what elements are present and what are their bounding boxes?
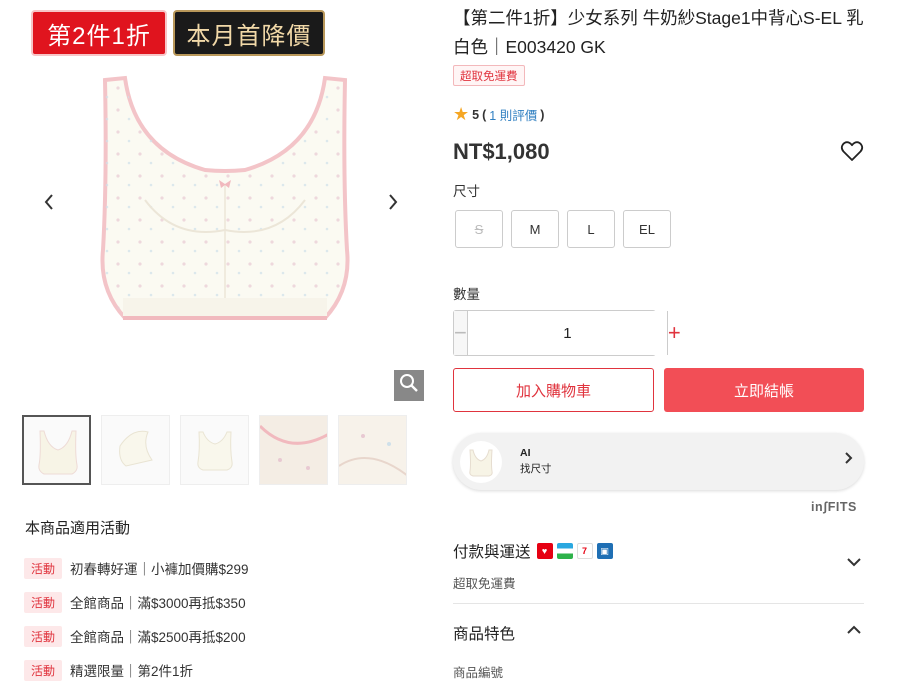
size-option-m[interactable]: M (511, 210, 559, 248)
ai-subtitle: 找尺寸 (520, 463, 552, 475)
ai-product-thumbnail (460, 440, 502, 483)
quantity-stepper: − + (453, 310, 681, 356)
thumbnail-5[interactable] (338, 415, 407, 485)
promotion-text: 精選限量｜第2件1折 (70, 664, 194, 679)
promotion-tag: 活動 (24, 591, 62, 613)
size-option-el[interactable]: EL (623, 210, 671, 248)
promotion-item[interactable]: 活動 初春轉好運｜小褲加價購$299 (24, 551, 249, 585)
shipping-badge: 超取免運費 (453, 65, 525, 86)
thumbnail-4[interactable] (259, 415, 328, 485)
rating: ★ 5 ( 1 則評價 ) (453, 104, 544, 125)
size-option-l[interactable]: L (567, 210, 615, 248)
payment-shipping-section[interactable]: 付款與運送 ♥ 7 ▣ 超取免運費 (453, 540, 864, 592)
chevron-left-icon[interactable] (39, 188, 59, 216)
zoom-button[interactable] (394, 370, 424, 401)
hilife-icon: ♥ (536, 543, 553, 559)
familymart-icon (556, 543, 573, 559)
delivery-truck-icon: ▣ (596, 543, 613, 559)
chevron-right-icon (844, 451, 854, 470)
promotion-tag: 活動 (24, 625, 62, 647)
seven-eleven-icon: 7 (576, 543, 593, 559)
thumbnail-2[interactable] (101, 415, 170, 485)
product-price: NT$1,080 (453, 139, 550, 164)
review-count-link[interactable]: 1 則評價 (489, 105, 537, 124)
promotion-tag: 活動 (24, 557, 62, 579)
main-product-image (25, 60, 425, 405)
features-title[interactable]: 商品特色 (453, 622, 515, 644)
chevron-right-icon[interactable] (383, 188, 403, 216)
features-subtitle: 商品編號 (453, 666, 504, 680)
rating-close-paren: ) (540, 107, 545, 122)
discount-badge: 第2件1折 (31, 10, 167, 56)
price-drop-badge: 本月首降價 (173, 10, 325, 56)
quantity-decrease-button[interactable]: − (454, 311, 468, 355)
magnifier-icon (399, 373, 419, 398)
promo-badges: 第2件1折 本月首降價 (31, 10, 325, 56)
promotions-title: 本商品適用活動 (25, 520, 131, 537)
add-to-cart-button[interactable]: 加入購物車 (453, 368, 654, 412)
size-label: 尺寸 (453, 184, 480, 199)
promotion-item[interactable]: 活動 精選限量｜第2件1折 (24, 653, 249, 685)
payment-title: 付款與運送 (453, 544, 531, 561)
promotion-item[interactable]: 活動 全館商品｜滿$2500再抵$200 (24, 619, 249, 653)
chevron-down-icon[interactable] (846, 554, 862, 570)
checkout-button[interactable]: 立即結帳 (664, 368, 864, 412)
quantity-label: 數量 (453, 287, 480, 302)
ai-title: AI (520, 447, 531, 459)
quantity-input[interactable] (467, 311, 667, 355)
promotion-tag: 活動 (24, 659, 62, 681)
promotion-text: 初春轉好運｜小褲加價購$299 (70, 562, 249, 577)
size-options: S M L EL (455, 210, 671, 248)
infits-logo: inʃFITS (811, 500, 857, 514)
wishlist-heart-icon[interactable] (840, 140, 864, 162)
promotions-list: 活動 初春轉好運｜小褲加價購$299 活動 全館商品｜滿$3000再抵$350 … (24, 551, 249, 685)
star-icon: ★ (453, 104, 470, 124)
size-option-s[interactable]: S (455, 210, 503, 248)
payment-subtitle: 超取免運費 (453, 577, 516, 591)
payment-icons: ♥ 7 ▣ (536, 543, 613, 559)
chevron-up-icon[interactable] (846, 622, 862, 638)
quantity-increase-button[interactable]: + (666, 311, 681, 355)
thumbnail-strip (22, 415, 407, 485)
rating-score: 5 (472, 107, 480, 122)
rating-open-paren: ( (482, 107, 487, 122)
promotion-item[interactable]: 活動 全館商品｜滿$3000再抵$350 (24, 585, 249, 619)
thumbnail-3[interactable] (180, 415, 249, 485)
ai-size-finder[interactable]: AI 找尺寸 (453, 433, 864, 490)
thumbnail-1[interactable] (22, 415, 91, 485)
product-title: 【第二件1折】少女系列 牛奶紗Stage1中背心S-EL 乳白色｜E003420… (453, 8, 864, 57)
promotion-text: 全館商品｜滿$2500再抵$200 (70, 630, 246, 645)
section-divider (453, 603, 864, 604)
promotion-text: 全館商品｜滿$3000再抵$350 (70, 596, 246, 611)
